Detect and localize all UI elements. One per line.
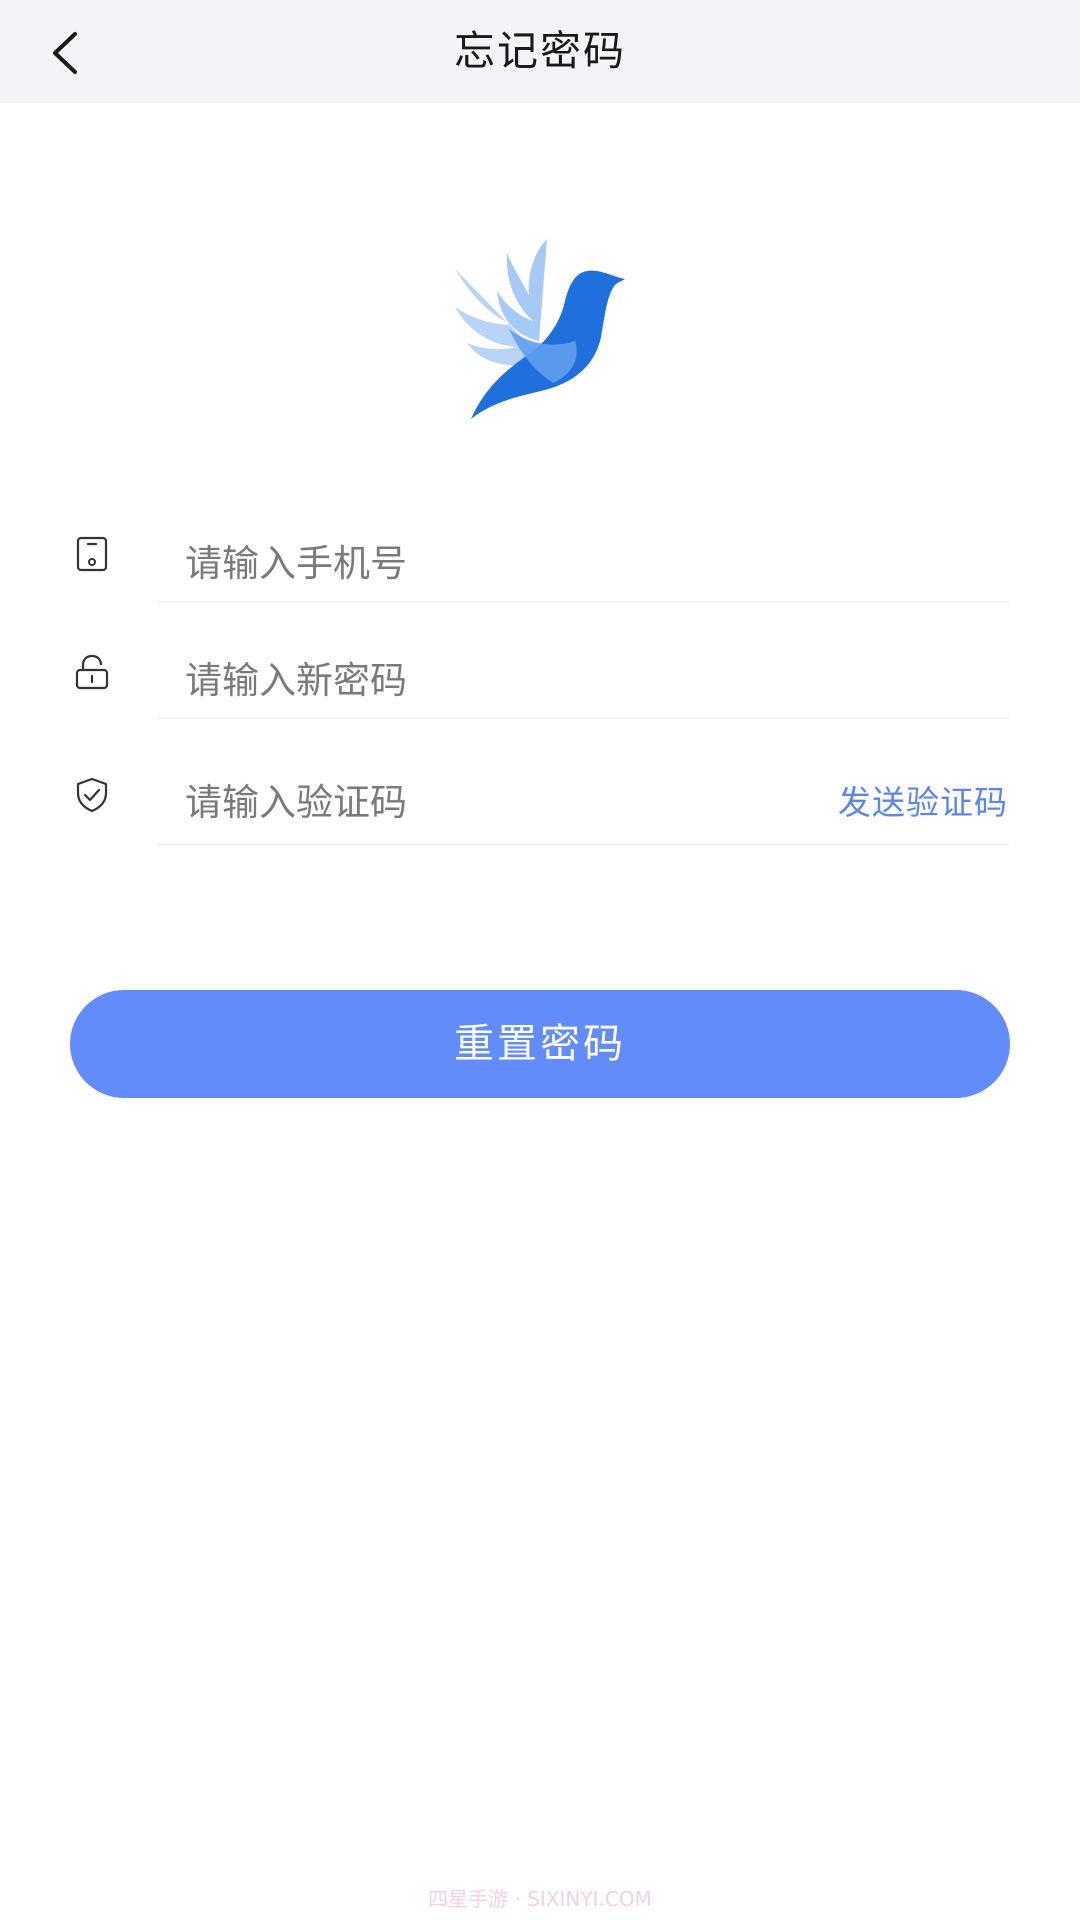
- reset-password-button[interactable]: 重置密码: [70, 990, 1010, 1098]
- shield-check-icon: [72, 775, 112, 815]
- password-field-row: [0, 642, 1080, 722]
- phone-input[interactable]: [185, 533, 785, 593]
- send-code-button[interactable]: 发送验证码: [838, 776, 1008, 824]
- bird-logo-icon: [455, 239, 625, 419]
- lock-icon: [72, 652, 112, 692]
- phone-icon: [72, 534, 112, 574]
- password-divider: [157, 718, 1009, 719]
- code-divider: [157, 844, 1009, 845]
- navbar: 忘记密码: [0, 0, 1080, 103]
- new-password-input[interactable]: [185, 650, 785, 710]
- verification-code-input[interactable]: [185, 772, 635, 832]
- code-field-row: 发送验证码: [0, 764, 1080, 845]
- page-title: 忘记密码: [454, 27, 626, 75]
- forgot-password-page: 忘记密码 请输入手机号 请输入验证码 发送验证码 重置密码 四星手游 · SIX…: [0, 0, 1080, 1920]
- phone-divider: [157, 601, 1009, 602]
- watermark: 四星手游 · SIXINYI.COM: [428, 1887, 652, 1911]
- phone-field-row: [0, 525, 1080, 605]
